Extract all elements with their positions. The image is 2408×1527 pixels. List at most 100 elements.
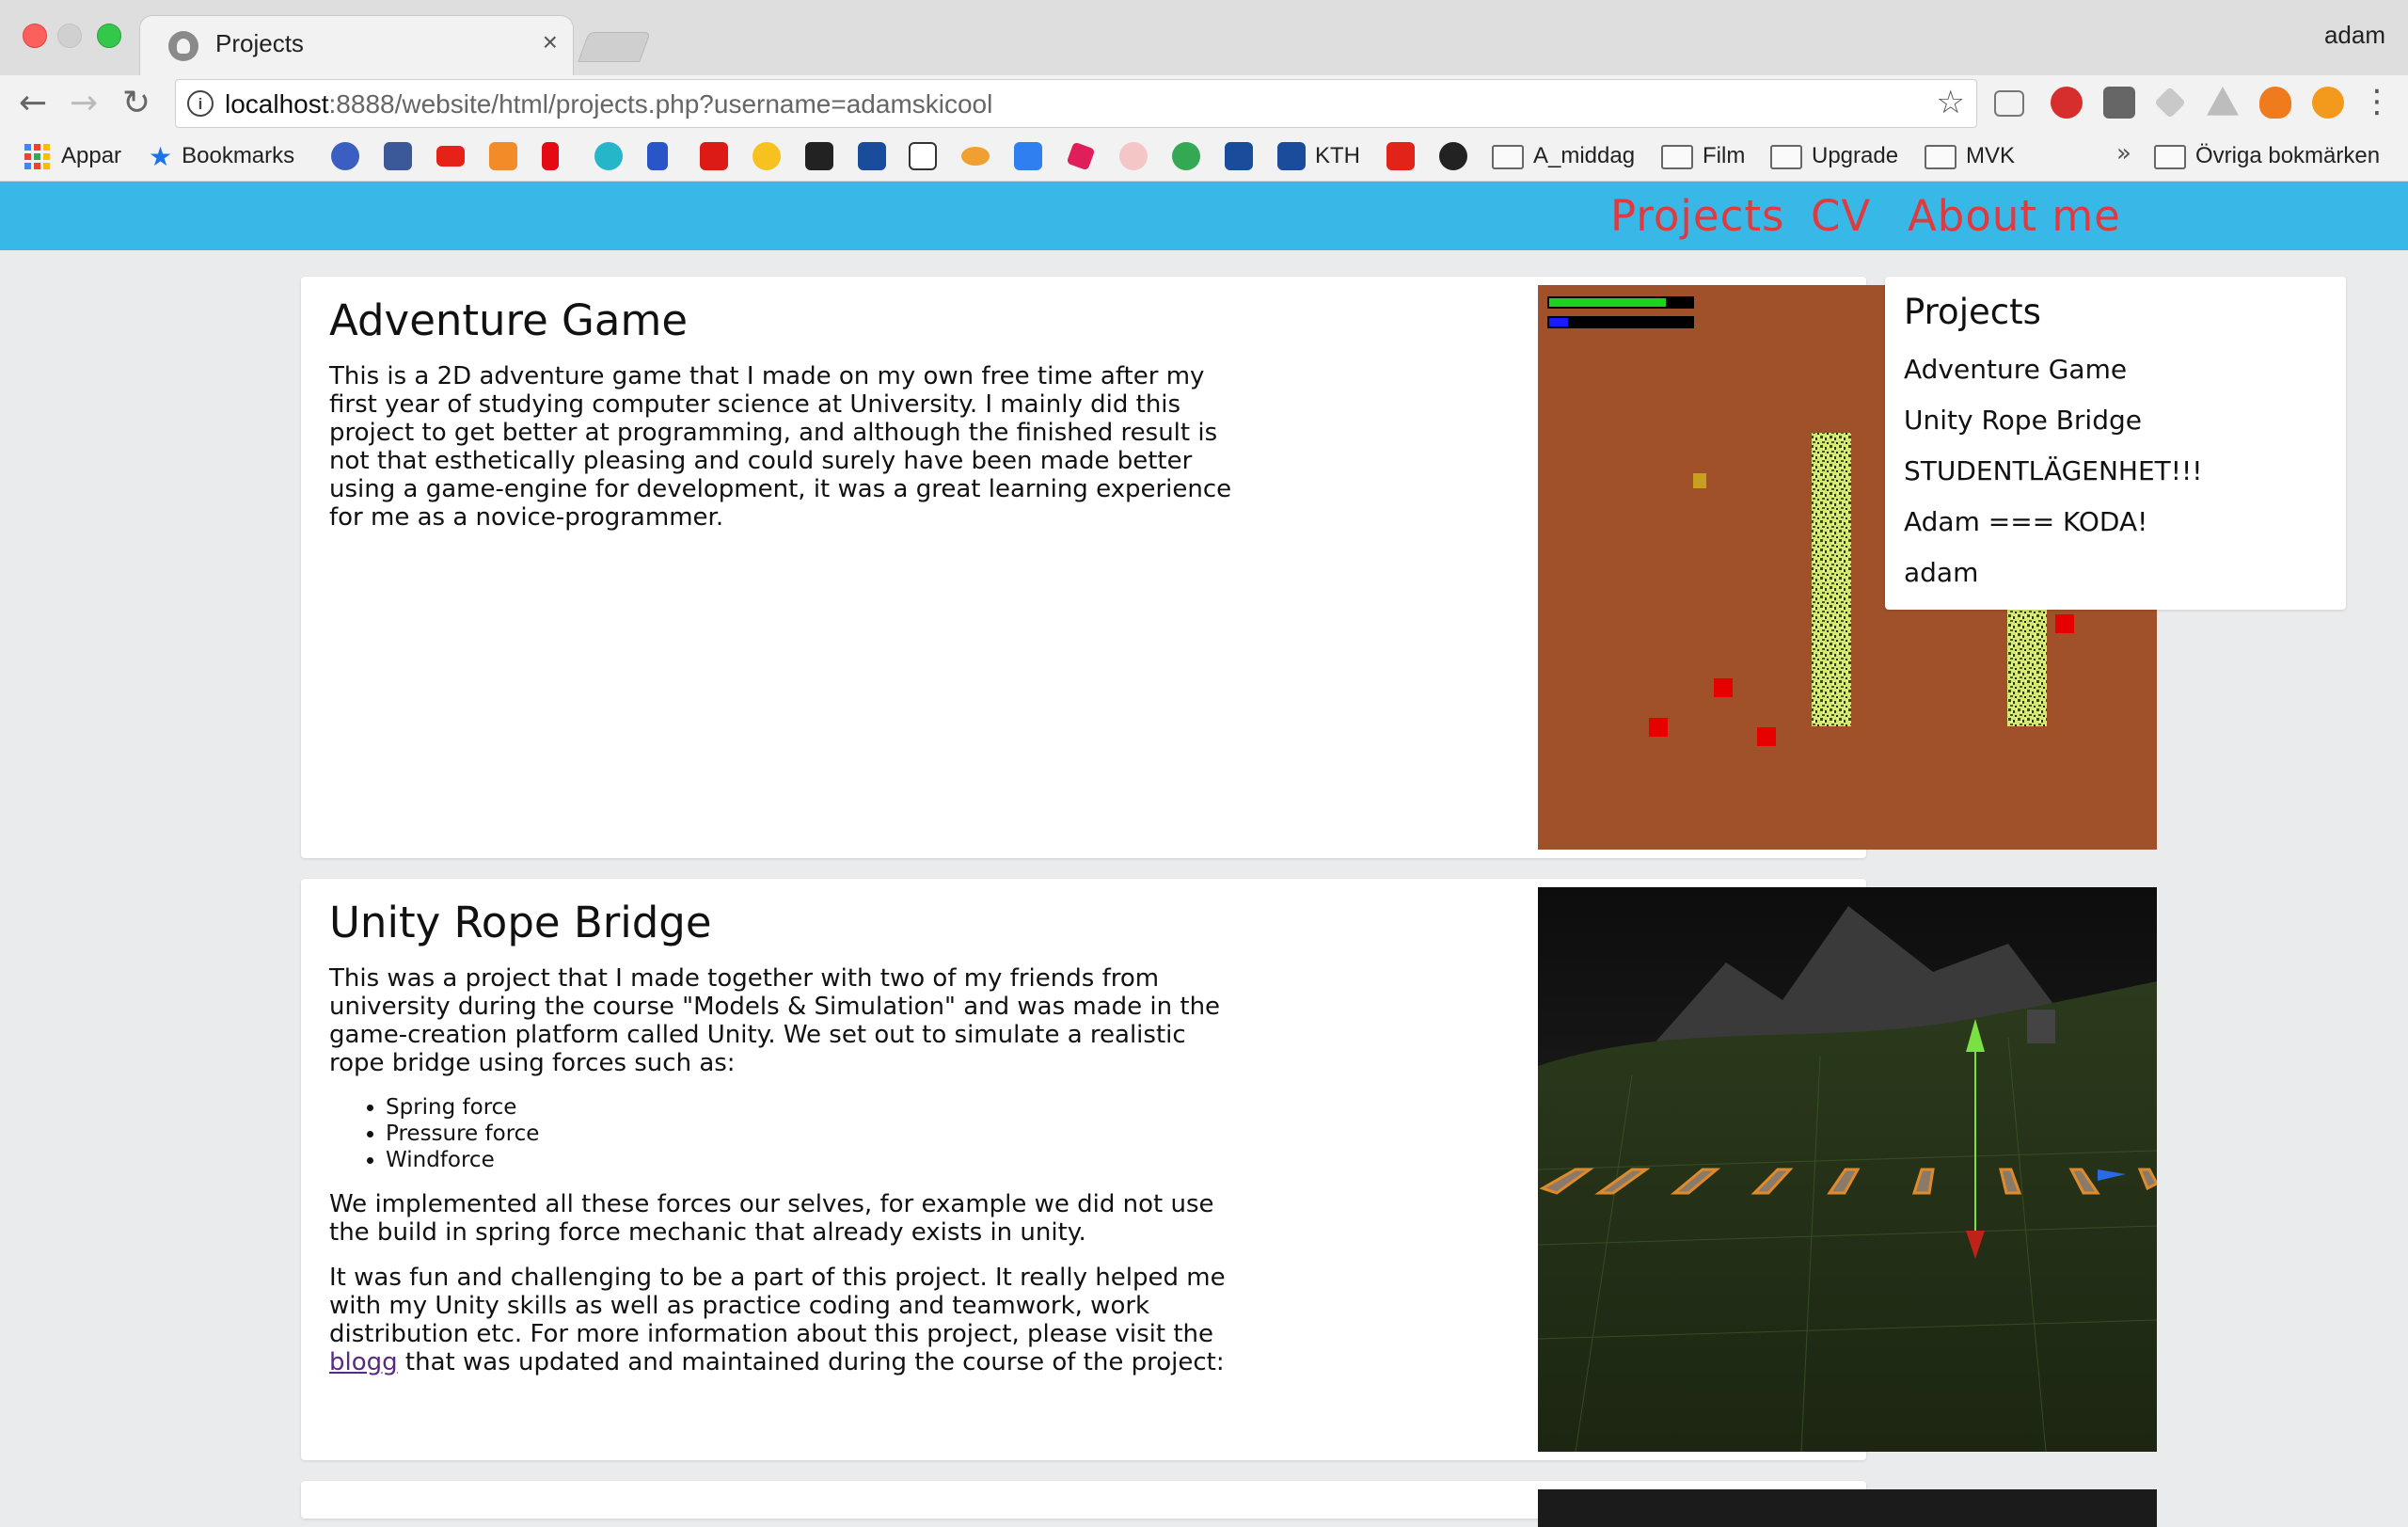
bookmark-angular[interactable] xyxy=(700,139,728,173)
project-description: This is a 2D adventure game that I made … xyxy=(329,362,1232,532)
bookmark-github[interactable] xyxy=(805,139,833,173)
close-window-button[interactable] xyxy=(23,24,47,48)
kth-logo-icon xyxy=(858,142,886,170)
bookmark-dots[interactable] xyxy=(1119,139,1148,173)
nav-link-cv[interactable]: CV xyxy=(1811,191,1871,241)
sidebar-item-studentlagenhet[interactable]: STUDENTLÄGENHET!!! xyxy=(1904,455,2202,506)
bookmark-kth-1[interactable] xyxy=(858,139,886,173)
bookmark-kth[interactable]: KTH xyxy=(1277,139,1360,173)
bookmark-folder-mvk[interactable]: MVK xyxy=(1925,139,2015,173)
more-bookmarks-chevron[interactable]: » xyxy=(2116,139,2131,167)
kth-logo-icon xyxy=(1225,142,1253,170)
bookmark-folder-upgrade[interactable]: Upgrade xyxy=(1770,139,1898,173)
project-paragraph: We implemented all these forces our selv… xyxy=(329,1190,1214,1247)
cloud-icon xyxy=(961,147,990,166)
drive-icon[interactable] xyxy=(2207,87,2239,116)
bookmark-canvas[interactable] xyxy=(909,139,937,173)
bookmark-facebook[interactable] xyxy=(384,139,412,173)
projects-sidebar: Projects Adventure Game Unity Rope Bridg… xyxy=(1885,277,2346,610)
minimize-window-button[interactable] xyxy=(57,24,82,48)
calendar-icon xyxy=(1014,142,1042,170)
opera-extension-icon[interactable] xyxy=(2051,87,2083,119)
bookmark-circle[interactable] xyxy=(594,139,623,173)
flame-extension-icon[interactable] xyxy=(2259,87,2291,119)
dropbox-icon[interactable] xyxy=(2154,87,2186,119)
project-screenshot-partial xyxy=(1538,1489,2157,1527)
cast-icon[interactable] xyxy=(1994,90,2024,117)
dots-icon xyxy=(1119,142,1148,170)
bulb-extension-icon[interactable] xyxy=(2103,87,2135,119)
bookmark-ea[interactable] xyxy=(1439,139,1467,173)
bookmark-cloud[interactable] xyxy=(961,139,990,173)
orange-app-icon xyxy=(489,142,517,170)
project-card-partial xyxy=(301,1481,2157,1527)
browser-tab-projects[interactable]: Projects × xyxy=(139,15,574,76)
bookmark-folder-other[interactable]: Övriga bokmärken xyxy=(2154,139,2380,173)
netflix-icon xyxy=(542,142,559,170)
color-rings-icon xyxy=(1172,142,1200,170)
bookmark-kth-2[interactable] xyxy=(1225,139,1253,173)
bookmark-netflix[interactable] xyxy=(542,139,559,173)
sidebar-title: Projects xyxy=(1904,292,2041,332)
teal-circle-icon xyxy=(594,142,623,170)
facebook-icon xyxy=(384,142,412,170)
bookmark-folder-film[interactable]: Film xyxy=(1661,139,1745,173)
project-card-adventure-game: Adventure Game This is a 2D adventure ga… xyxy=(301,277,2157,858)
unity-rope-bridge-screenshot xyxy=(1538,887,2157,1452)
unity-scene-image xyxy=(1538,887,2157,1452)
bookmark-youtube[interactable] xyxy=(436,139,465,173)
kth-logo-icon xyxy=(1277,142,1306,170)
browser-toolbar: ← → ↻ i localhost:8888/website/html/proj… xyxy=(0,75,2408,134)
sidebar-item-unity-rope-bridge[interactable]: Unity Rope Bridge xyxy=(1904,405,2202,455)
star-icon: ★ xyxy=(149,141,173,171)
reload-icon[interactable]: ↻ xyxy=(122,85,150,122)
browser-menu-icon[interactable]: ⋮ xyxy=(2361,83,2393,120)
project-text: Unity Rope Bridge This was a project tha… xyxy=(329,898,1232,1393)
bookmark-yellow[interactable] xyxy=(752,139,781,173)
sidebar-item-adam[interactable]: adam xyxy=(1904,557,2202,608)
folder-icon xyxy=(1661,145,1693,169)
bookmark-waveform[interactable] xyxy=(647,139,668,173)
folder-icon xyxy=(2154,145,2186,169)
sidebar-item-adam-koda[interactable]: Adam === KODA! xyxy=(1904,506,2202,557)
project-title: Unity Rope Bridge xyxy=(329,898,712,947)
bookmark-apps[interactable]: Appar xyxy=(24,139,121,173)
code-icon xyxy=(909,142,937,170)
profile-name[interactable]: adam xyxy=(2324,21,2385,50)
bookmark-oracle[interactable] xyxy=(1386,139,1415,173)
bookmark-folder-a-middag[interactable]: A_middag xyxy=(1492,139,1635,173)
yellow-circle-icon xyxy=(752,142,781,170)
new-tab-button[interactable] xyxy=(578,32,651,62)
play-extension-icon[interactable] xyxy=(2312,87,2344,119)
sidebar-item-adventure-game[interactable]: Adventure Game xyxy=(1904,354,2202,405)
blogg-link[interactable]: blogg xyxy=(329,1348,398,1376)
project-text: Adventure Game This is a 2D adventure ga… xyxy=(329,295,1232,549)
bookmark-colors[interactable] xyxy=(1172,139,1200,173)
bookmark-chat[interactable] xyxy=(331,139,359,173)
folder-icon xyxy=(1925,145,1956,169)
forward-arrow-icon[interactable]: → xyxy=(70,85,98,122)
folder-icon xyxy=(1492,145,1524,169)
tab-title: Projects xyxy=(215,29,304,57)
youtube-icon xyxy=(436,146,465,167)
project-intro: This was a project that I made together … xyxy=(329,964,1221,1077)
project-card-unity-rope-bridge: Unity Rope Bridge This was a project tha… xyxy=(301,879,2157,1460)
nav-link-about-me[interactable]: About me xyxy=(1908,191,2121,241)
bookmark-calendar[interactable] xyxy=(1014,139,1042,173)
site-info-icon[interactable]: i xyxy=(187,90,214,117)
back-arrow-icon[interactable]: ← xyxy=(19,85,47,122)
tab-close-icon[interactable]: × xyxy=(543,27,558,57)
bookmark-orange[interactable] xyxy=(489,139,517,173)
bookmark-bookmarks[interactable]: ★ Bookmarks xyxy=(149,139,294,173)
address-bar[interactable]: i localhost:8888/website/html/projects.p… xyxy=(175,79,1977,128)
url-text[interactable]: localhost:8888/website/html/projects.php… xyxy=(225,89,992,119)
forces-list: Spring force Pressure force Windforce xyxy=(329,1094,1232,1173)
slack-icon xyxy=(1066,141,1096,171)
nav-link-projects[interactable]: Projects xyxy=(1610,191,1784,241)
maximize-window-button[interactable] xyxy=(97,24,121,48)
angular-icon xyxy=(700,142,728,170)
bookmark-slack[interactable] xyxy=(1066,139,1096,173)
bookmark-star-icon[interactable]: ☆ xyxy=(1937,84,1965,121)
oracle-icon xyxy=(1386,142,1415,170)
site-favicon-icon xyxy=(168,31,198,61)
